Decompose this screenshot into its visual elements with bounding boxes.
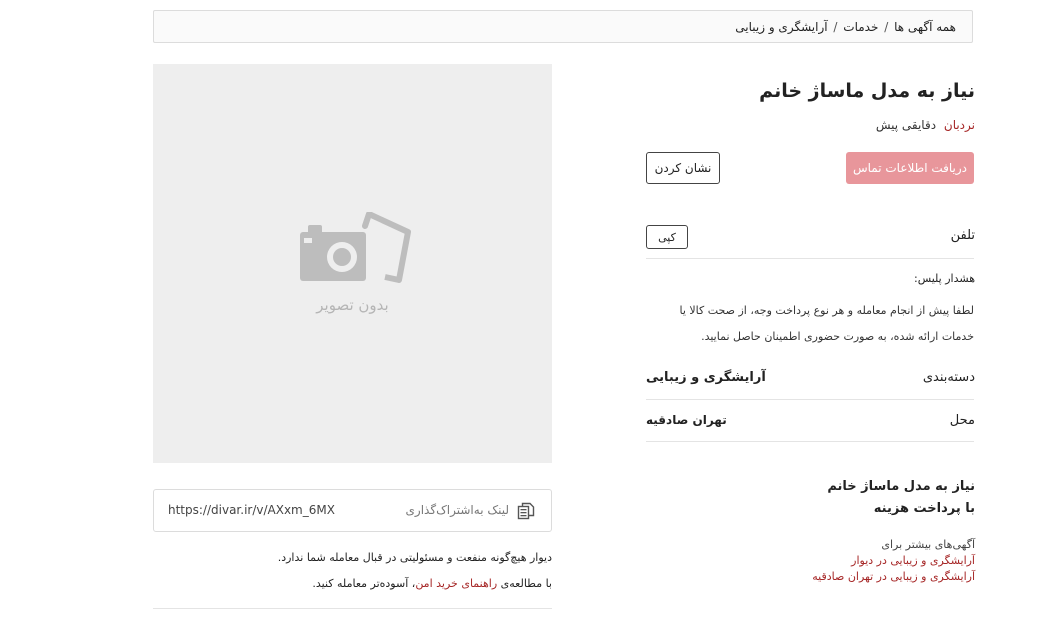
ad-title: نیاز به مدل ماساژ خانم [759, 80, 975, 102]
disclaimer-line-2: با مطالعه‌ی راهنمای خرید امن، آسوده‌تر م… [312, 577, 552, 590]
beauty-in-divar-link[interactable]: آرایشگری و زیبایی در دیوار [851, 554, 975, 567]
safe-purchase-guide-link[interactable]: راهنمای خرید امن [415, 577, 497, 590]
more-ads-title-line-2: با پرداخت هزینه [873, 501, 975, 516]
no-image-label: بدون تصویر [316, 296, 389, 314]
breadcrumb-item-beauty[interactable]: آرایشگری و زیبایی [735, 20, 827, 34]
more-ads-label: آگهی‌های بیشتر برای [881, 538, 975, 551]
time-ago: دقایقی پیش [875, 118, 937, 132]
camera-off-icon [300, 212, 411, 283]
category-label: دسته‌بندی [922, 370, 975, 385]
ladder-badge: نردبان [943, 118, 975, 132]
copy-phone-button[interactable]: کپی [646, 225, 688, 249]
divider [646, 441, 974, 442]
disclaimer-line-1: دیوار هیچ‌گونه منفعت و مسئولیتی در قبال … [277, 551, 552, 564]
phone-label: تلفن [950, 228, 975, 243]
divider [646, 399, 974, 400]
divider [646, 258, 974, 259]
breadcrumb-separator: / [833, 20, 838, 34]
breadcrumb-trail: همه آگهی ها / خدمات / آرایشگری و زیبایی [735, 11, 956, 44]
share-link-box[interactable]: https://divar.ir/v/AXxm_6MX لینک به‌اشتر… [153, 489, 552, 532]
share-label: لینک به‌اشتراک‌گذاری [405, 503, 509, 517]
police-warning-text: لطفا پیش از انجام معامله و هر نوع پرداخت… [679, 304, 974, 343]
get-contact-info-button[interactable]: دریافت اطلاعات تماس [846, 152, 974, 184]
more-ads-title: نیاز به مدل ماساژ خانم با پرداخت هزینه [675, 476, 975, 520]
share-url[interactable]: https://divar.ir/v/AXxm_6MX [168, 490, 335, 531]
breadcrumb: همه آگهی ها / خدمات / آرایشگری و زیبایی [153, 10, 973, 43]
breadcrumb-separator: / [884, 20, 889, 34]
location-value: تهران صادقیه [646, 413, 727, 427]
bookmark-button[interactable]: نشان کردن [646, 152, 720, 184]
beauty-in-tehran-sadeghieh-link[interactable]: آرایشگری و زیبایی در تهران صادقیه [812, 570, 975, 583]
breadcrumb-item-services[interactable]: خدمات [843, 20, 878, 34]
breadcrumb-item-all-ads[interactable]: همه آگهی ها [894, 20, 956, 34]
disclaimer-suffix: ، آسوده‌تر معامله کنید. [312, 577, 416, 590]
category-value[interactable]: آرایشگری و زیبایی [646, 370, 766, 385]
ad-meta: نردبان دقایقی پیش [876, 118, 975, 132]
disclaimer-prefix: با مطالعه‌ی [500, 577, 552, 590]
copy-icon[interactable] [517, 502, 535, 520]
location-label: محل [949, 413, 975, 428]
divider [153, 608, 552, 609]
ad-image-placeholder: بدون تصویر [153, 64, 552, 463]
police-warning-title: هشدار پلیس: [913, 272, 975, 285]
more-ads-title-line-1: نیاز به مدل ماساژ خانم [827, 479, 975, 494]
